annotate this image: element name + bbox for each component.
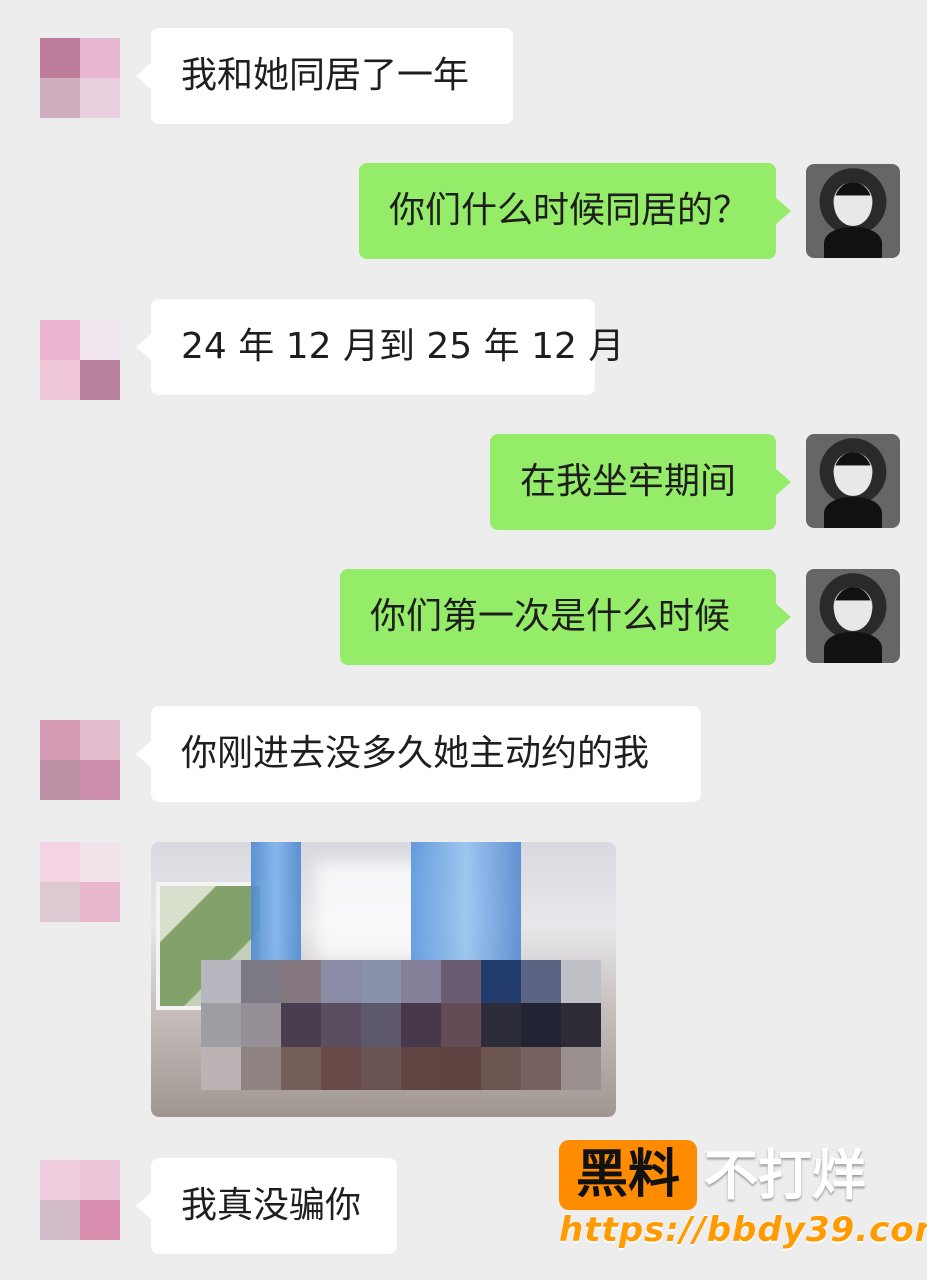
contact-avatar[interactable] xyxy=(40,1160,120,1240)
incoming-message[interactable]: 我真没骗你 xyxy=(136,1158,397,1254)
outgoing-message[interactable]: 在我坐牢期间 xyxy=(490,434,791,530)
image-message[interactable] xyxy=(151,842,616,1117)
contact-avatar[interactable] xyxy=(40,38,120,118)
incoming-message[interactable]: 你刚进去没多久她主动约的我 xyxy=(136,706,701,802)
incoming-message[interactable]: 我和她同居了一年 xyxy=(136,28,513,124)
contact-avatar[interactable] xyxy=(40,320,120,400)
user-avatar[interactable] xyxy=(806,164,900,258)
user-avatar[interactable] xyxy=(806,434,900,528)
watermark-brand: 黑料 xyxy=(559,1140,697,1210)
incoming-message[interactable]: 24 年 12 月到 25 年 12 月 xyxy=(136,299,624,395)
watermark: 黑料 不打烊 https://bbdy39.com xyxy=(559,1140,927,1250)
user-avatar[interactable] xyxy=(806,569,900,663)
watermark-tail: 不打烊 xyxy=(704,1144,866,1207)
outgoing-message[interactable]: 你们什么时候同居的？ xyxy=(359,163,791,259)
contact-avatar[interactable] xyxy=(40,720,120,800)
watermark-url: https://bbdy39.com xyxy=(559,1210,927,1250)
outgoing-message[interactable]: 你们第一次是什么时候 xyxy=(340,569,791,665)
contact-avatar[interactable] xyxy=(40,842,120,922)
photo-mosaic xyxy=(201,960,601,1090)
